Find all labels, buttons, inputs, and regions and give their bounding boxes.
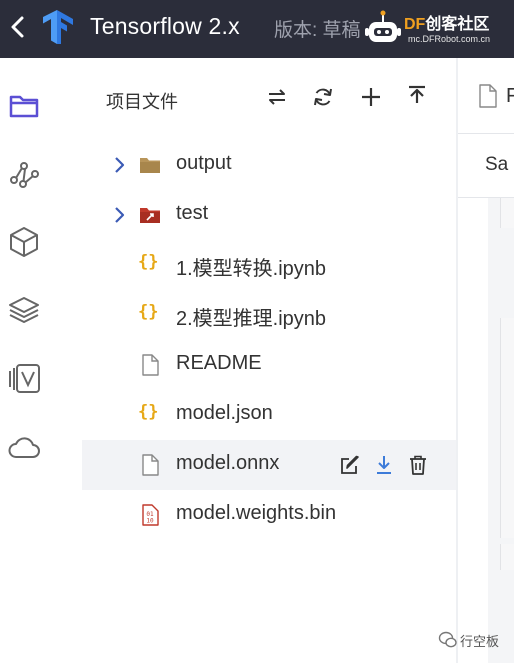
brand-name: DF创客社区 [404,10,489,34]
chevron-right-icon[interactable] [110,205,128,225]
swap-icon[interactable] [264,84,290,110]
file-name: 1.模型转换.ipynb [176,258,327,280]
file-icon [142,454,159,476]
version-label[interactable]: 版本: 草稿 [274,15,361,42]
panel-title: 项目文件 [106,92,178,112]
tensorflow-logo-icon [43,10,73,44]
graph-icon[interactable] [6,156,42,192]
watermark-text: 行空板 [460,634,500,649]
shared-folder-icon [140,208,160,223]
cloud-icon[interactable] [6,430,42,466]
file-name: output [176,152,232,174]
wechat-watermark: 行空板 [436,628,514,652]
download-icon[interactable] [372,453,396,477]
file-panel: 项目文件 output test {} 1.模型转换.ipynb {} 2.模型… [48,58,456,663]
file-row-model-onnx[interactable]: model.onnx [82,440,456,490]
document-icon [479,84,497,108]
file-row-notebook-2[interactable]: {} 2.模型推理.ipynb [82,290,456,340]
refresh-icon[interactable] [310,84,336,110]
robot-logo-icon [365,10,401,42]
file-row-output[interactable]: output [82,140,456,190]
file-row-readme[interactable]: README [82,340,456,390]
wechat-icon [438,631,457,648]
file-name: README [176,352,262,374]
subtab-label[interactable]: Sa [485,154,508,176]
version-icon[interactable] [6,360,42,396]
notebook-cell[interactable] [500,198,514,228]
editor-subtab: Sa [458,134,514,198]
editor-tab-label[interactable]: F [506,85,514,108]
file-row-model-json[interactable]: {} model.json [82,390,456,440]
cube-icon[interactable] [6,224,42,260]
file-row-notebook-1[interactable]: {} 1.模型转换.ipynb [82,240,456,290]
dfrobot-logo: DF创客社区 mc.DFRobot.com.cn [362,4,514,54]
folder-icon[interactable] [6,88,42,124]
layers-icon[interactable] [6,292,42,328]
file-row-model-weights[interactable]: 01 10 model.weights.bin [82,490,456,540]
upload-icon[interactable] [404,84,430,110]
binary-file-icon: 01 10 [142,504,159,526]
add-icon[interactable] [358,84,384,110]
file-icon [142,354,159,376]
svg-text:10: 10 [146,518,154,525]
file-name: model.onnx [176,452,280,474]
top-bar: Tensorflow 2.x 版本: 草稿 DF创客社区 mc.DFRobot.… [0,0,514,58]
file-row-test[interactable]: test [82,190,456,240]
brand-prefix: DF [404,16,426,33]
editor-tab-bar: F [458,58,514,134]
notebook-cell[interactable] [500,544,514,570]
json-icon: {} [138,402,159,422]
editor-area: F Sa [458,58,514,663]
notebook-cell[interactable] [500,318,514,538]
json-icon: {} [138,302,159,322]
back-arrow-icon[interactable] [6,12,28,42]
delete-icon[interactable] [406,453,430,477]
file-name: model.weights.bin [176,502,337,524]
folder-icon [140,158,160,173]
file-name: test [176,202,209,224]
left-rail [0,58,48,663]
chevron-right-icon[interactable] [110,155,128,175]
file-name: model.json [176,402,273,424]
app-title: Tensorflow 2.x [90,13,240,39]
edit-icon[interactable] [338,453,362,477]
json-icon: {} [138,252,159,272]
brand-suffix: 创客社区 [425,16,490,33]
brand-url: mc.DFRobot.com.cn [408,34,491,44]
file-name: 2.模型推理.ipynb [176,308,327,330]
